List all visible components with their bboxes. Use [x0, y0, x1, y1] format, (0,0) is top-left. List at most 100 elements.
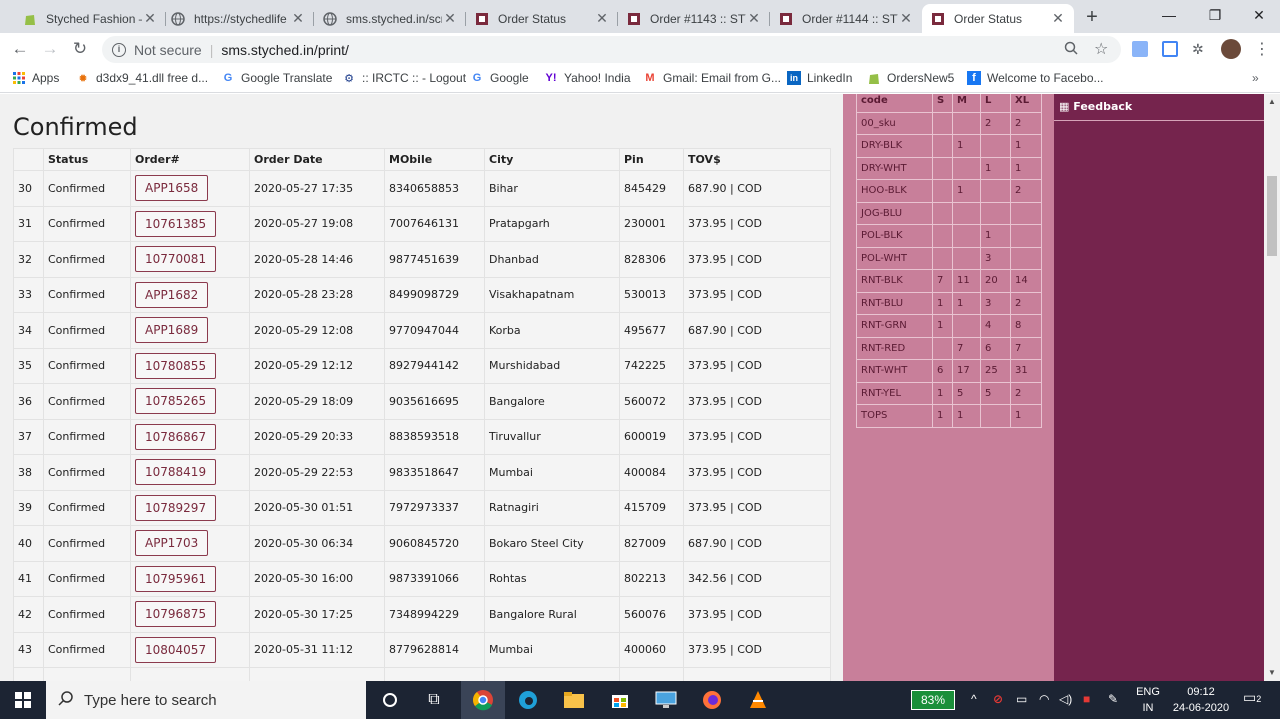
scroll-thumb[interactable]	[1267, 176, 1277, 256]
close-icon[interactable]: ✕	[290, 10, 306, 27]
close-icon[interactable]: ✕	[594, 10, 610, 27]
feedback-link[interactable]: ▦ Feedback	[1054, 94, 1264, 121]
tab-2[interactable]: sms.styched.in/scr ✕	[314, 4, 466, 33]
windows-start-button[interactable]	[0, 681, 46, 719]
extension-icon[interactable]	[1162, 41, 1178, 57]
tab-1[interactable]: https://stychedlife ✕	[162, 4, 314, 33]
avatar[interactable]	[1221, 39, 1241, 59]
cell-date	[249, 667, 385, 681]
size-count: 3	[980, 291, 1011, 315]
cortana-icon[interactable]	[377, 687, 403, 713]
cell-order: 10796875	[130, 596, 250, 633]
order-button[interactable]: 10780855	[135, 352, 217, 379]
close-window-button[interactable]: ✕	[1236, 0, 1280, 30]
firefox-icon[interactable]	[699, 687, 725, 713]
bookmark-google[interactable]: G Google	[470, 71, 529, 85]
bookmark-ordersnew5[interactable]: OrdersNew5	[867, 71, 954, 85]
bookmark-facebook[interactable]: f Welcome to Facebo...	[967, 71, 1104, 85]
scrollbar[interactable]: ▲ ▼	[1264, 94, 1280, 681]
new-tab-button[interactable]: +	[1081, 6, 1103, 28]
file-explorer-icon[interactable]	[561, 687, 587, 713]
order-button[interactable]: 10795961	[135, 565, 217, 592]
order-button[interactable]: 10804057	[135, 636, 217, 663]
tab-4[interactable]: Order #1143 :: STY ✕	[618, 4, 770, 33]
tab-5[interactable]: Order #1144 :: STY ✕	[770, 4, 922, 33]
order-button[interactable]: 10786867	[135, 423, 217, 450]
battery-indicator[interactable]: 83%	[911, 690, 955, 710]
size-count	[932, 246, 953, 270]
task-view-icon[interactable]: ⧉	[421, 687, 447, 713]
tab-3[interactable]: Order Status ✕	[466, 4, 618, 33]
size-count: 7	[932, 269, 953, 293]
taskbar: Type here to search ⧉ 83% ^ ⊘ ▭ ◠ ◁) ■ ✎…	[0, 681, 1280, 719]
col-header: City	[484, 148, 620, 171]
zoom-icon[interactable]	[1064, 41, 1078, 58]
order-button[interactable]: APP1689	[135, 317, 209, 344]
taskbar-search[interactable]: Type here to search	[46, 681, 366, 719]
cell-order: APP1703	[130, 525, 250, 562]
vlc-icon[interactable]	[745, 687, 771, 713]
forward-button[interactable]: →	[39, 38, 61, 60]
bookmark-irctc[interactable]: ⚙ :: IRCTC :: - Logout	[342, 71, 466, 85]
language-indicator[interactable]: ENG IN	[1133, 684, 1163, 716]
order-button[interactable]: 10761385	[135, 210, 217, 237]
order-button[interactable]: 10789297	[135, 494, 217, 521]
tab-6-active[interactable]: Order Status ✕	[922, 4, 1074, 33]
close-icon[interactable]: ✕	[746, 10, 762, 27]
scroll-down-icon[interactable]: ▼	[1264, 665, 1280, 681]
bookmark-star-icon[interactable]: ☆	[1094, 39, 1108, 59]
chrome-icon[interactable]	[470, 687, 496, 713]
store-icon[interactable]	[607, 687, 633, 713]
bookmark-dll[interactable]: ✹ d3dx9_41.dll free d...	[76, 71, 208, 85]
order-button[interactable]: 10788419	[135, 459, 217, 486]
tab-0[interactable]: Styched Fashion – ✕	[14, 4, 166, 33]
minimize-button[interactable]: —	[1146, 0, 1192, 30]
order-button[interactable]: 10785265	[135, 388, 217, 415]
bookmark-apps[interactable]: Apps	[12, 71, 59, 85]
edge-icon[interactable]	[515, 687, 541, 713]
close-icon[interactable]: ✕	[898, 10, 914, 27]
close-icon[interactable]: ✕	[1050, 10, 1066, 27]
table-icon: ▦	[1059, 100, 1070, 113]
menu-icon[interactable]: ⋮	[1254, 39, 1270, 58]
volume-icon[interactable]: ◁)	[1059, 692, 1072, 706]
chevron-up-icon[interactable]: ^	[971, 692, 977, 706]
close-icon[interactable]: ✕	[442, 10, 458, 27]
order-button[interactable]: APP1703	[135, 530, 209, 557]
bookmark-linkedin[interactable]: in LinkedIn	[787, 71, 852, 85]
notifications-icon[interactable]: ▭2	[1243, 689, 1261, 706]
clock[interactable]: 09:12 24-06-2020	[1165, 684, 1237, 716]
reload-button[interactable]: ↻	[69, 38, 91, 60]
size-count	[932, 224, 953, 248]
wifi-icon[interactable]: ◠	[1039, 692, 1049, 706]
size-row: 00_sku 2 2	[856, 111, 1042, 135]
cell-n: 32	[13, 241, 44, 278]
scroll-up-icon[interactable]: ▲	[1264, 94, 1280, 110]
more-bookmarks-icon[interactable]: »	[1252, 71, 1259, 85]
cell-tov: 373.95 | COD	[683, 454, 831, 491]
order-button[interactable]: 10770081	[135, 246, 217, 273]
app-tray-icon[interactable]: ■	[1083, 692, 1090, 706]
battery-icon[interactable]: ▭	[1016, 692, 1027, 706]
bookmark-translate[interactable]: G Google Translate	[221, 71, 333, 85]
computer-icon[interactable]	[653, 687, 679, 713]
info-icon[interactable]: i	[112, 42, 126, 57]
extension-icon[interactable]	[1132, 41, 1148, 57]
address-bar[interactable]: i Not secure | sms.styched.in/print/	[102, 36, 1121, 63]
cell-tov: 373.95 | COD	[683, 631, 831, 668]
order-button[interactable]: APP1682	[135, 281, 209, 308]
url-text[interactable]: sms.styched.in/print/	[221, 42, 349, 58]
bookmark-gmail[interactable]: M Gmail: Email from G...	[643, 71, 781, 85]
size-count	[952, 201, 981, 225]
order-button[interactable]: APP1658	[135, 175, 209, 202]
pen-icon[interactable]: ✎	[1108, 692, 1118, 706]
page-content: Confirmed Status Order# Order Date MObil…	[0, 94, 1280, 681]
table-row: 30 Confirmed APP1658 2020-05-27 17:35 834065…	[13, 170, 831, 207]
close-icon[interactable]: ✕	[142, 10, 158, 27]
back-button[interactable]: ←	[9, 38, 31, 60]
puzzle-icon[interactable]: ✲	[1192, 41, 1208, 57]
maximize-button[interactable]: ❐	[1192, 0, 1238, 30]
order-button[interactable]: 10796875	[135, 601, 217, 628]
bookmark-yahoo[interactable]: Y! Yahoo! India	[544, 71, 631, 85]
antivirus-icon[interactable]: ⊘	[993, 692, 1003, 706]
